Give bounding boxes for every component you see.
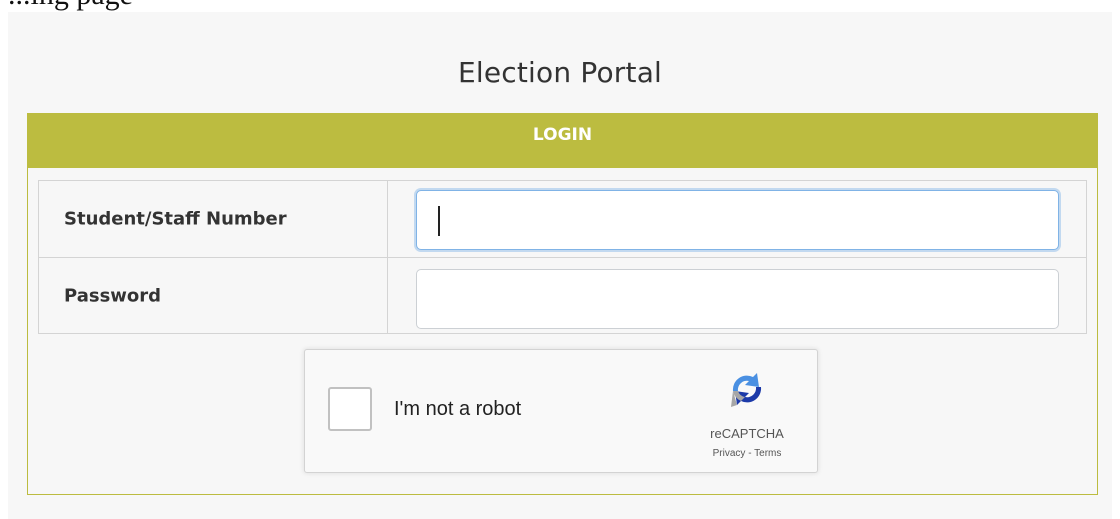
text-caret (438, 206, 440, 236)
password-row: Password (39, 258, 1086, 334)
recaptcha-brand: reCAPTCHA (710, 426, 784, 441)
recaptcha-logo-icon (731, 373, 762, 407)
student-number-label-cell: Student/Staff Number (39, 181, 388, 257)
recaptcha-checkbox[interactable] (328, 387, 372, 431)
recaptcha-privacy-link[interactable]: Privacy (713, 448, 746, 459)
login-form-table: Student/Staff Number Password (38, 180, 1087, 334)
recaptcha-widget: I'm not a robot reCAPTCHA Privacy - Term… (304, 349, 818, 473)
recaptcha-link-separator: - (745, 448, 755, 459)
student-number-input[interactable] (416, 190, 1059, 250)
student-number-label: Student/Staff Number (64, 208, 287, 230)
password-label: Password (64, 285, 162, 307)
password-label-cell: Password (39, 258, 388, 334)
student-number-row: Student/Staff Number (39, 181, 1086, 258)
login-header: LOGIN (28, 114, 1097, 168)
portal-title: Election Portal (457, 56, 663, 89)
login-box: LOGIN Student/Staff Number Password I'm … (27, 113, 1098, 495)
recaptcha-links: Privacy - Terms (685, 448, 809, 459)
recaptcha-terms-link[interactable]: Terms (754, 448, 781, 459)
clipped-heading-text: ...ing page (8, 0, 133, 12)
recaptcha-label: I'm not a robot (394, 398, 522, 420)
password-input[interactable] (416, 269, 1059, 329)
